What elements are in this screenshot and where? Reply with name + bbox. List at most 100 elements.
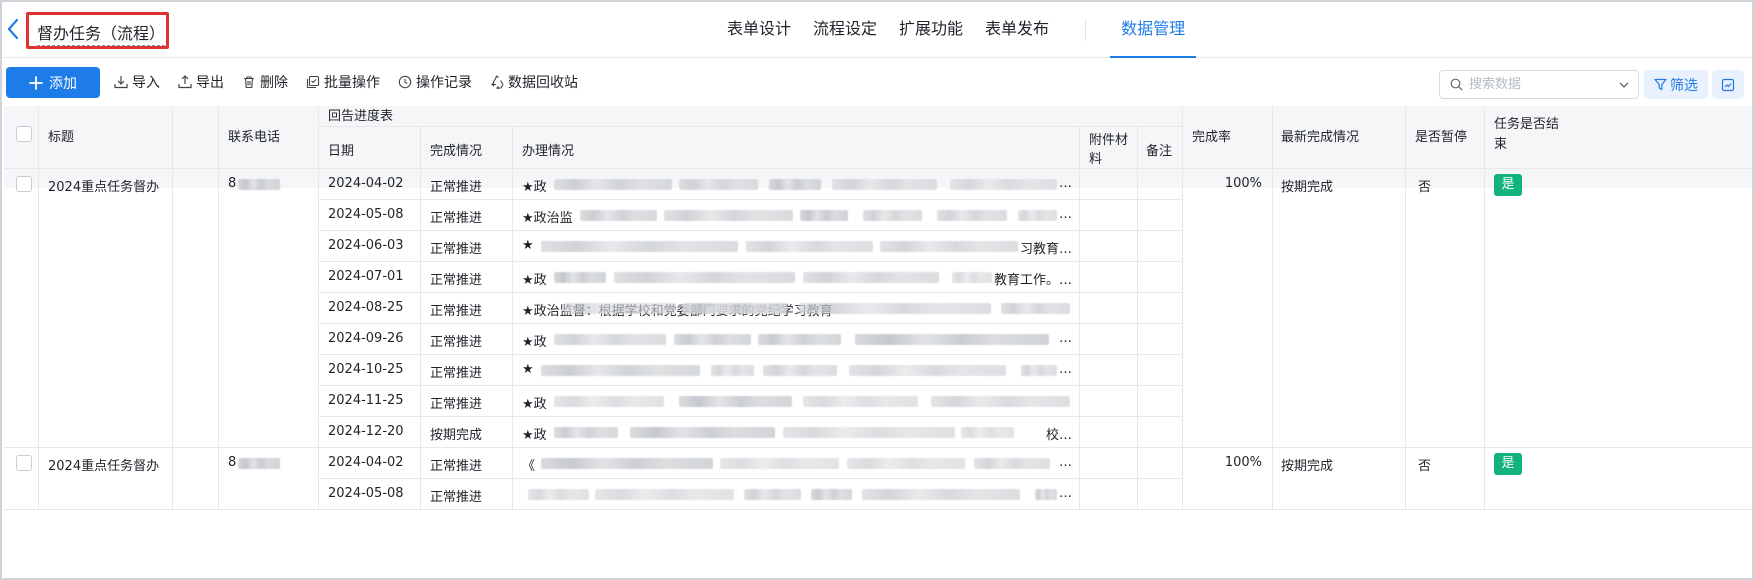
back-icon[interactable] <box>4 14 24 44</box>
redacted-text <box>803 396 918 407</box>
col-status[interactable]: 完成情况 <box>430 140 482 159</box>
col-note[interactable]: 备注 <box>1146 140 1172 159</box>
redacted-text <box>811 489 852 500</box>
row-divider <box>318 199 1182 200</box>
batch-button[interactable]: 批量操作 <box>306 72 380 92</box>
row-divider <box>318 230 1182 231</box>
select-all-checkbox[interactable] <box>16 126 32 142</box>
progress-handling-tail: 校… <box>1046 428 1073 443</box>
progress-handling: ★政 <box>522 335 547 350</box>
col-phone[interactable]: 联系电话 <box>228 126 280 145</box>
record-title[interactable]: 2024重点任务督办 <box>48 176 159 195</box>
redacted-text <box>595 489 734 500</box>
search-input[interactable] <box>1469 77 1609 92</box>
top-bar: 督办任务（流程） 表单设计 流程设定 扩展功能 表单发布 数据管理 <box>2 2 1752 58</box>
nav-divider <box>1085 19 1087 41</box>
progress-status: 正常推进 <box>430 242 483 257</box>
redacted-text <box>679 396 792 407</box>
redacted-text <box>554 179 672 190</box>
record-title[interactable]: 2024重点任务督办 <box>48 455 159 474</box>
col-group-progress[interactable]: 回告进度表 <box>328 106 393 124</box>
batch-label: 批量操作 <box>324 75 380 91</box>
tab-form-publish[interactable]: 表单发布 <box>974 2 1060 58</box>
redacted-text <box>744 489 801 500</box>
form-title[interactable]: 督办任务（流程） <box>37 20 166 46</box>
form-title-box[interactable]: 督办任务（流程） <box>26 12 169 49</box>
redacted-text <box>554 396 664 407</box>
progress-handling-tail: 习教育… <box>1020 242 1073 257</box>
import-button[interactable]: 导入 <box>114 72 160 92</box>
redacted-text <box>580 210 657 221</box>
col-date[interactable]: 日期 <box>328 140 354 159</box>
display-settings-button[interactable] <box>1712 70 1744 99</box>
redacted-text <box>937 210 1007 221</box>
latest-status: 按期完成 <box>1281 459 1334 474</box>
col-task-ended[interactable]: 任务是否结束 <box>1494 115 1564 155</box>
col-divider <box>512 447 513 509</box>
progress-status: 正常推进 <box>430 335 483 350</box>
redacted-text <box>679 179 758 190</box>
tab-flow-settings[interactable]: 流程设定 <box>802 2 888 58</box>
filter-button[interactable]: 筛选 <box>1644 70 1708 99</box>
history-label: 操作记录 <box>416 75 472 91</box>
tab-extensions[interactable]: 扩展功能 <box>888 2 974 58</box>
redacted-text <box>849 365 1006 376</box>
progress-handling: ★政 <box>522 180 547 195</box>
header-bottom-border <box>4 168 1752 169</box>
col-handling[interactable]: 办理情况 <box>522 140 574 159</box>
history-button[interactable]: 操作记录 <box>398 72 472 92</box>
redacted-text <box>746 241 873 252</box>
redacted-text <box>758 334 841 345</box>
trash-icon <box>244 76 254 89</box>
search-box[interactable] <box>1439 70 1639 99</box>
progress-handling-tail: … <box>1059 176 1072 191</box>
header-divider <box>318 126 1182 127</box>
tab-data-management[interactable]: 数据管理 <box>1110 2 1197 58</box>
redacted-text <box>783 427 955 438</box>
redacted-text <box>528 489 589 500</box>
progress-handling-tail: … <box>1059 362 1072 377</box>
col-paused[interactable]: 是否暂停 <box>1415 126 1467 145</box>
recycle-bin-button[interactable]: 数据回收站 <box>490 72 578 92</box>
redacted-text <box>800 210 848 221</box>
progress-handling: ★ <box>522 238 534 253</box>
redacted-text <box>769 179 821 190</box>
col-divider <box>1484 447 1485 509</box>
progress-date: 2024-08-25 <box>328 300 404 315</box>
redacted-text <box>554 427 618 438</box>
delete-button[interactable]: 删除 <box>242 72 288 92</box>
redacted-text <box>1018 210 1057 221</box>
completion-rate: 100% <box>1224 455 1262 470</box>
redacted-text <box>832 179 937 190</box>
col-attachments[interactable]: 附件材料 <box>1089 131 1133 169</box>
export-button[interactable]: 导出 <box>178 72 224 92</box>
row-checkbox[interactable] <box>16 176 32 192</box>
recycle-bin-label: 数据回收站 <box>508 75 578 91</box>
progress-status: 按期完成 <box>430 428 483 443</box>
chevron-down-icon[interactable] <box>1618 79 1630 91</box>
redacted-text <box>931 396 1070 407</box>
progress-date: 2024-11-25 <box>328 393 404 408</box>
progress-date: 2024-05-08 <box>328 486 404 501</box>
export-icon <box>178 75 192 89</box>
search-icon <box>1450 78 1463 91</box>
col-divider <box>420 168 421 447</box>
row-checkbox[interactable] <box>16 455 32 471</box>
progress-handling-tail: … <box>1059 486 1072 501</box>
header-col-divider <box>172 106 173 168</box>
col-title[interactable]: 标题 <box>48 126 74 145</box>
col-divider <box>1405 447 1406 509</box>
redacted-text <box>952 272 992 283</box>
header-col-divider <box>218 106 219 168</box>
progress-date: 2024-06-03 <box>328 238 404 253</box>
progress-status: 正常推进 <box>430 180 483 195</box>
tab-form-design[interactable]: 表单设计 <box>716 2 802 58</box>
header-col-divider <box>1272 106 1273 168</box>
progress-status: 正常推进 <box>430 397 483 412</box>
progress-date: 2024-04-02 <box>328 176 404 191</box>
col-divider <box>38 447 39 509</box>
col-completion-rate[interactable]: 完成率 <box>1192 126 1231 145</box>
col-latest-status[interactable]: 最新完成情况 <box>1281 126 1359 145</box>
add-button[interactable]: 添加 <box>6 67 100 98</box>
row-divider <box>318 323 1182 324</box>
